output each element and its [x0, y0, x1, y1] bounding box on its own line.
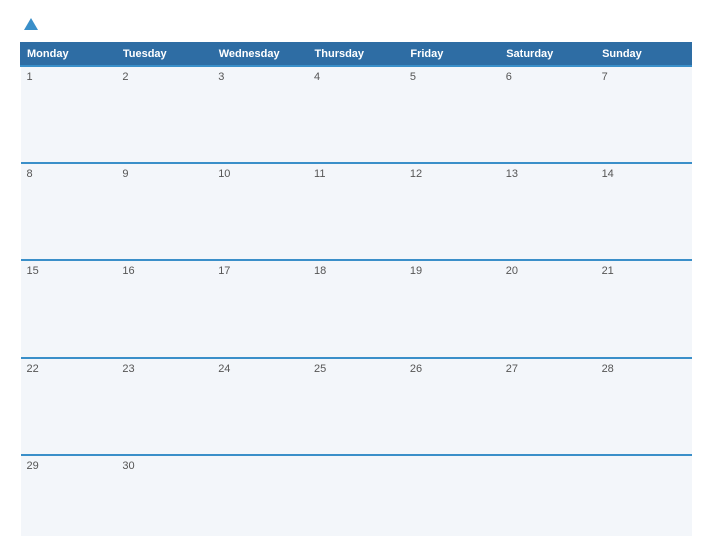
day-number: 10 — [218, 168, 230, 180]
day-number: 19 — [410, 265, 422, 277]
day-number: 9 — [122, 168, 128, 180]
day-number: 30 — [122, 460, 134, 472]
calendar-cell: 29 — [21, 455, 117, 536]
day-number: 3 — [218, 71, 224, 83]
calendar-page: MondayTuesdayWednesdayThursdayFridaySatu… — [0, 0, 712, 550]
week-row-3: 15 16 17 18 19 20 21 — [21, 260, 692, 357]
calendar-cell: 2 — [116, 66, 212, 163]
calendar-cell: 30 — [116, 455, 212, 536]
week-row-4: 22 23 24 25 26 27 28 — [21, 358, 692, 455]
day-number: 2 — [122, 71, 128, 83]
calendar-cell: 10 — [212, 163, 308, 260]
header — [20, 18, 692, 32]
day-number: 7 — [602, 71, 608, 83]
calendar-cell: 28 — [596, 358, 692, 455]
calendar-cell: 24 — [212, 358, 308, 455]
week-row-5: 29 30 — [21, 455, 692, 536]
calendar-cell: 22 — [21, 358, 117, 455]
day-number: 25 — [314, 363, 326, 375]
calendar-cell — [308, 455, 404, 536]
calendar-cell: 19 — [404, 260, 500, 357]
day-number: 17 — [218, 265, 230, 277]
weekday-tuesday: Tuesday — [116, 43, 212, 67]
calendar-cell: 23 — [116, 358, 212, 455]
weekday-friday: Friday — [404, 43, 500, 67]
calendar-cell: 15 — [21, 260, 117, 357]
weekday-wednesday: Wednesday — [212, 43, 308, 67]
calendar-cell: 27 — [500, 358, 596, 455]
calendar-cell: 20 — [500, 260, 596, 357]
calendar-cell: 14 — [596, 163, 692, 260]
week-row-1: 1 2 3 4 5 6 7 — [21, 66, 692, 163]
day-number: 16 — [122, 265, 134, 277]
week-row-2: 8 9 10 11 12 13 14 — [21, 163, 692, 260]
logo-triangle-icon — [24, 18, 38, 30]
day-number: 4 — [314, 71, 320, 83]
day-number: 20 — [506, 265, 518, 277]
calendar-cell: 17 — [212, 260, 308, 357]
day-number: 15 — [27, 265, 39, 277]
calendar-cell — [596, 455, 692, 536]
day-number: 1 — [27, 71, 33, 83]
calendar-cell: 25 — [308, 358, 404, 455]
day-number: 28 — [602, 363, 614, 375]
day-number: 14 — [602, 168, 614, 180]
day-number: 12 — [410, 168, 422, 180]
calendar-cell: 26 — [404, 358, 500, 455]
calendar-body: 1234567891011121314151617181920212223242… — [21, 66, 692, 536]
day-number: 22 — [27, 363, 39, 375]
calendar-cell: 8 — [21, 163, 117, 260]
day-number: 24 — [218, 363, 230, 375]
logo-text — [20, 18, 38, 32]
day-number: 27 — [506, 363, 518, 375]
logo — [20, 18, 38, 32]
calendar-cell — [212, 455, 308, 536]
weekday-thursday: Thursday — [308, 43, 404, 67]
calendar-cell: 1 — [21, 66, 117, 163]
day-number: 26 — [410, 363, 422, 375]
calendar-cell: 16 — [116, 260, 212, 357]
calendar-cell: 4 — [308, 66, 404, 163]
day-number: 13 — [506, 168, 518, 180]
calendar-cell: 3 — [212, 66, 308, 163]
calendar-cell — [404, 455, 500, 536]
day-number: 29 — [27, 460, 39, 472]
calendar-cell — [500, 455, 596, 536]
calendar-cell: 5 — [404, 66, 500, 163]
weekday-sunday: Sunday — [596, 43, 692, 67]
day-number: 23 — [122, 363, 134, 375]
day-number: 6 — [506, 71, 512, 83]
calendar-cell: 11 — [308, 163, 404, 260]
weekday-saturday: Saturday — [500, 43, 596, 67]
weekday-header-row: MondayTuesdayWednesdayThursdayFridaySatu… — [21, 43, 692, 67]
calendar-cell: 13 — [500, 163, 596, 260]
day-number: 11 — [314, 168, 325, 180]
day-number: 21 — [602, 265, 614, 277]
calendar-cell: 21 — [596, 260, 692, 357]
calendar-cell: 9 — [116, 163, 212, 260]
weekday-monday: Monday — [21, 43, 117, 67]
day-number: 8 — [27, 168, 33, 180]
calendar-cell: 12 — [404, 163, 500, 260]
day-number: 18 — [314, 265, 326, 277]
day-number: 5 — [410, 71, 416, 83]
calendar-cell: 18 — [308, 260, 404, 357]
calendar-cell: 6 — [500, 66, 596, 163]
calendar-cell: 7 — [596, 66, 692, 163]
calendar-table: MondayTuesdayWednesdayThursdayFridaySatu… — [20, 42, 692, 536]
